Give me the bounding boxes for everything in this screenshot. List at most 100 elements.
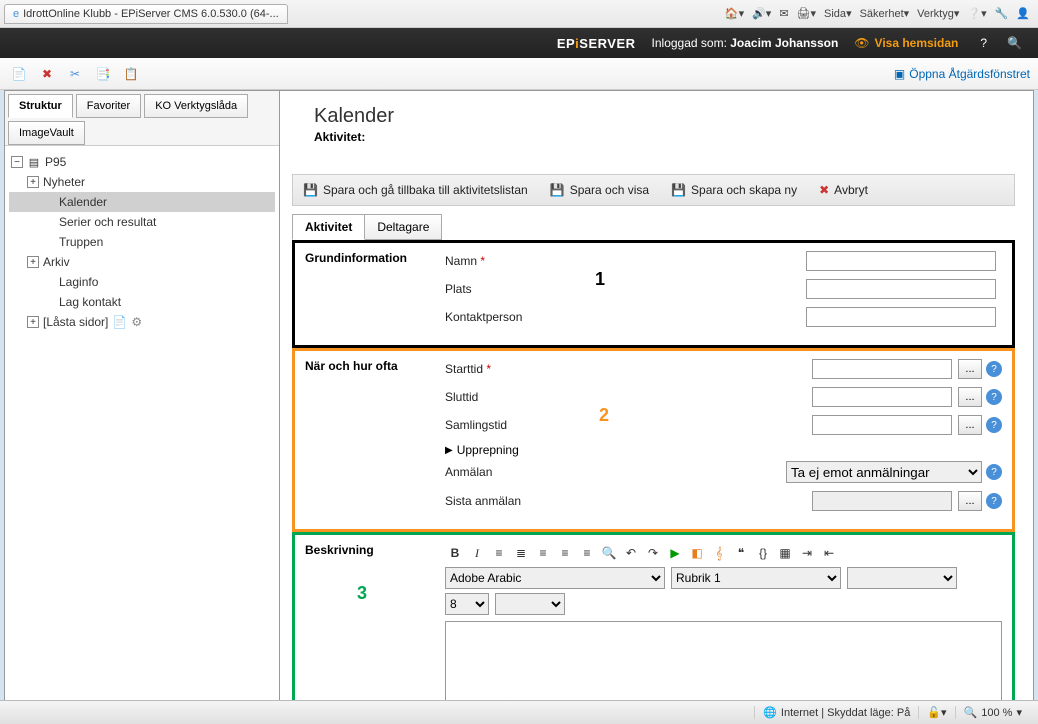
bullet-list-button[interactable]: ≣ xyxy=(511,543,531,563)
expand-icon[interactable]: + xyxy=(27,256,39,268)
quote-button[interactable]: ❝ xyxy=(731,543,751,563)
section-label: Grundinformation xyxy=(305,251,433,265)
style-select[interactable]: Rubrik 1 xyxy=(671,567,841,589)
content-pane: Kalender Aktivitet: 💾Spara och gå tillba… xyxy=(280,91,1033,723)
label-anmalan: Anmälan xyxy=(445,465,605,479)
help-icon[interactable]: ? xyxy=(986,493,1002,509)
mail-icon[interactable]: ✉ xyxy=(779,7,788,20)
tree-root[interactable]: − ▤ P95 xyxy=(9,152,275,172)
epi-toolbar: 📄 ✖ ✂ 📑 📋 ▣ Öppna Åtgärdsfönstret xyxy=(0,58,1038,90)
align-center-button[interactable]: ≡ xyxy=(555,543,575,563)
feeds-icon[interactable]: 🔊▾ xyxy=(752,7,771,20)
tab-imagevault[interactable]: ImageVault xyxy=(8,121,85,145)
align-left-button[interactable]: ≡ xyxy=(533,543,553,563)
tools-menu[interactable]: Verktyg▾ xyxy=(917,7,959,20)
user-icon[interactable]: 👤 xyxy=(1016,7,1030,20)
numbered-list-button[interactable]: ≡ xyxy=(489,543,509,563)
size-select[interactable]: 8 xyxy=(445,593,489,615)
tree-item-serier[interactable]: Serier och resultat xyxy=(9,212,275,232)
cut-icon[interactable]: ✂ xyxy=(64,63,86,85)
view-website-link[interactable]: 👁 Visa hemsidan xyxy=(854,36,958,50)
print-icon[interactable]: 🖨▾ xyxy=(797,7,817,20)
expand-icon[interactable]: + xyxy=(27,176,39,188)
paste-icon[interactable]: 📋 xyxy=(120,63,142,85)
label-plats: Plats xyxy=(445,282,605,296)
new-page-icon[interactable]: 📄 xyxy=(8,63,30,85)
input-sluttid[interactable] xyxy=(812,387,952,407)
epi-logo: EPiSERVER xyxy=(557,36,636,51)
picker-sista[interactable]: ... xyxy=(958,491,982,511)
tree-item-lagkontakt[interactable]: Lag kontakt xyxy=(9,292,275,312)
tree-item-kalender[interactable]: Kalender xyxy=(9,192,275,212)
epi-logged-in: Inloggad som: Joacim Johansson xyxy=(652,36,839,50)
page-menu[interactable]: Sida▾ xyxy=(824,7,852,20)
extra-select[interactable] xyxy=(847,567,957,589)
save-new-button[interactable]: 💾Spara och skapa ny xyxy=(667,181,801,199)
section-label: Beskrivning xyxy=(305,543,433,557)
zoom-control[interactable]: 🔍 100 % ▾ xyxy=(955,706,1030,719)
picker-samlingstid[interactable]: ... xyxy=(958,415,982,435)
upprepning-expander[interactable]: ▶ Upprepning xyxy=(445,443,1002,457)
image-button[interactable]: ▶ xyxy=(665,543,685,563)
find-button[interactable]: 🔍 xyxy=(599,543,619,563)
italic-button[interactable]: I xyxy=(467,543,487,563)
tab-struktur[interactable]: Struktur xyxy=(8,94,73,118)
rte-textarea[interactable] xyxy=(445,621,1002,705)
content-scroll[interactable]: Kalender Aktivitet: 💾Spara och gå tillba… xyxy=(280,91,1033,705)
help-button[interactable]: ? xyxy=(974,36,993,50)
save-back-button[interactable]: 💾Spara och gå tillbaka till aktivitetsli… xyxy=(299,181,532,199)
bold-button[interactable]: B xyxy=(445,543,465,563)
help-icon[interactable]: ? xyxy=(986,417,1002,433)
ie-tab-title: IdrottOnline Klubb - EPiServer CMS 6.0.5… xyxy=(23,8,279,20)
input-starttid[interactable] xyxy=(812,359,952,379)
input-kontakt[interactable] xyxy=(806,307,996,327)
redo-button[interactable]: ↷ xyxy=(643,543,663,563)
input-namn[interactable] xyxy=(806,251,996,271)
tree-item-nyheter[interactable]: + Nyheter xyxy=(9,172,275,192)
tab-ko[interactable]: KO Verktygslåda xyxy=(144,94,248,118)
select-anmalan[interactable]: Ta ej emot anmälningar xyxy=(786,461,982,483)
page-title: Kalender xyxy=(292,91,1015,130)
tree-item-locked[interactable]: + [Låsta sidor] 📄 ⚙ xyxy=(9,312,275,332)
marker-1: 1 xyxy=(595,269,605,290)
cancel-button[interactable]: ✖Avbryt xyxy=(815,181,872,199)
align-right-button[interactable]: ≡ xyxy=(577,543,597,563)
help-icon[interactable]: ? xyxy=(986,389,1002,405)
media-button[interactable]: ◧ xyxy=(687,543,707,563)
extra2-select[interactable] xyxy=(495,593,565,615)
tool1-button[interactable]: ⇥ xyxy=(797,543,817,563)
open-actions-panel[interactable]: ▣ Öppna Åtgärdsfönstret xyxy=(894,67,1030,81)
delete-icon[interactable]: ✖ xyxy=(36,63,58,85)
safety-menu[interactable]: Säkerhet▾ xyxy=(860,7,910,20)
expand-icon[interactable]: + xyxy=(27,316,39,328)
link-button[interactable]: 𝄞 xyxy=(709,543,729,563)
tab-aktivitet[interactable]: Aktivitet xyxy=(292,214,365,240)
picker-starttid[interactable]: ... xyxy=(958,359,982,379)
tool-icon[interactable]: 🔧 xyxy=(995,7,1009,20)
tree-item-truppen[interactable]: Truppen xyxy=(9,232,275,252)
globe-icon: 🌐 xyxy=(763,706,777,719)
tool2-button[interactable]: ⇤ xyxy=(819,543,839,563)
font-select[interactable]: Adobe Arabic xyxy=(445,567,665,589)
help-icon[interactable]: ? xyxy=(986,464,1002,480)
collapse-icon[interactable]: − xyxy=(11,156,23,168)
copy-icon[interactable]: 📑 xyxy=(92,63,114,85)
status-security[interactable]: 🔓▾ xyxy=(918,706,954,719)
table-button[interactable]: ▦ xyxy=(775,543,795,563)
tab-favoriter[interactable]: Favoriter xyxy=(76,94,141,118)
help-icon[interactable]: ? xyxy=(986,361,1002,377)
help-icon[interactable]: ❔▾ xyxy=(967,7,986,20)
save-view-button[interactable]: 💾Spara och visa xyxy=(546,181,653,199)
undo-button[interactable]: ↶ xyxy=(621,543,641,563)
page-icon: ▤ xyxy=(27,155,41,169)
picker-sluttid[interactable]: ... xyxy=(958,387,982,407)
ie-tab[interactable]: e IdrottOnline Klubb - EPiServer CMS 6.0… xyxy=(4,4,288,24)
input-samlingstid[interactable] xyxy=(812,415,952,435)
search-button[interactable]: 🔍 xyxy=(1001,36,1028,50)
tree-item-arkiv[interactable]: + Arkiv xyxy=(9,252,275,272)
home-icon[interactable]: 🏠▾ xyxy=(725,7,744,20)
tree-item-laginfo[interactable]: Laginfo xyxy=(9,272,275,292)
code-button[interactable]: {} xyxy=(753,543,773,563)
input-plats[interactable] xyxy=(806,279,996,299)
tab-deltagare[interactable]: Deltagare xyxy=(364,214,442,240)
